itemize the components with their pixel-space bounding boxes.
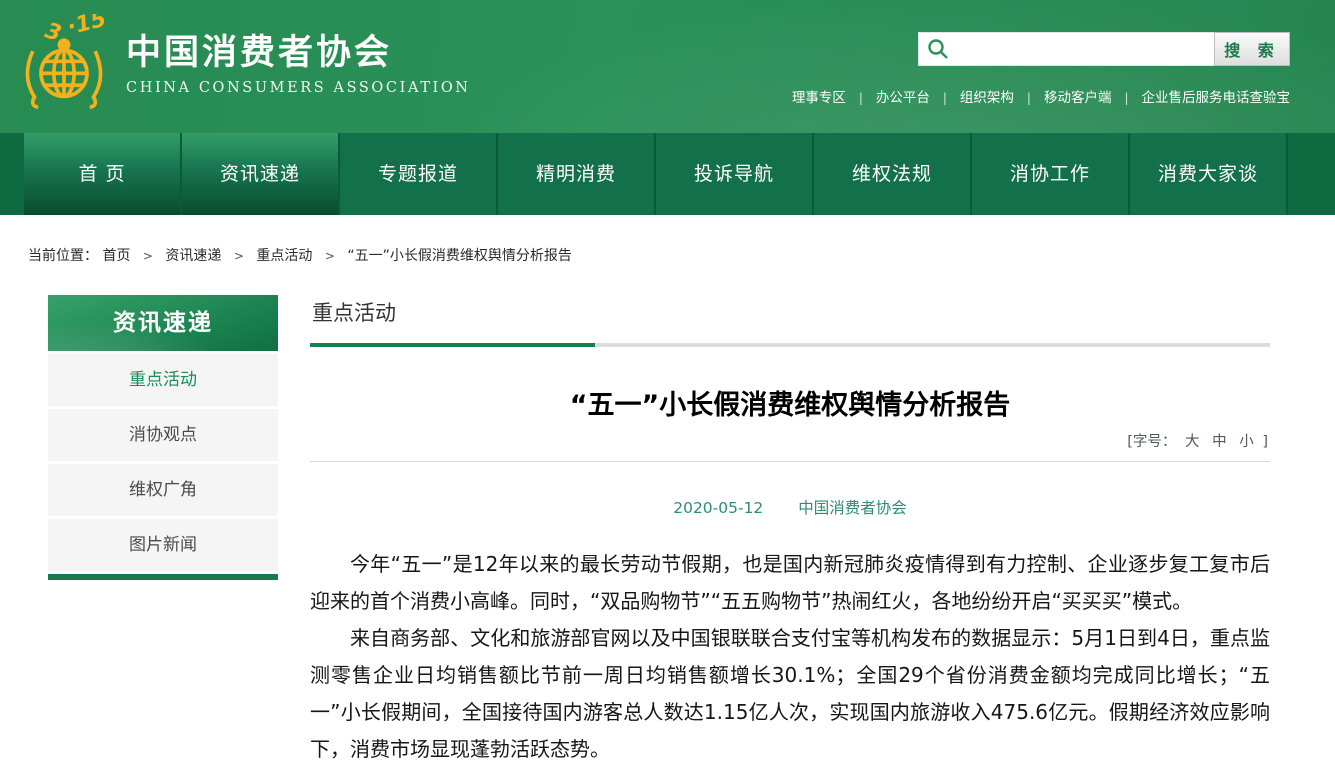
font-size-prefix: [字号： [1127,434,1176,450]
font-size-small[interactable]: 小 [1239,434,1254,450]
article-body: 今年“五一”是12年以来的最长劳动节假期，也是国内新冠肺炎疫情得到有力控制、企业… [310,546,1270,768]
quick-link-structure[interactable]: 组织架构 [960,90,1014,106]
article-content: 重点活动 “五一”小长假消费维权舆情分析报告 [字号： 大 中 小 ] 2020… [310,295,1270,768]
nav-item-rights-laws[interactable]: 维权法规 [814,133,972,215]
site-header: 3 ·15 中国消费者协会 CHINA CONSUMERS ASSOCIATIO… [0,0,1335,133]
sidebar-title: 资讯速递 [48,295,278,351]
links-separator: | [1124,91,1128,105]
quick-link-council[interactable]: 理事专区 [792,90,846,106]
search-input[interactable] [918,32,1214,66]
site-subtitle: CHINA CONSUMERS ASSOCIATION [126,80,471,96]
breadcrumb: 当前位置： 首页 > 资讯速递 > 重点活动 > “五一”小长假消费维权舆情分析… [0,215,1335,287]
breadcrumb-separator: > [234,249,244,263]
breadcrumb-item-home[interactable]: 首页 [102,248,130,264]
main-navbar: 首 页 资讯速递 专题报道 精明消费 投诉导航 维权法规 消协工作 消费大家谈 [0,133,1335,215]
breadcrumb-separator: > [325,249,335,263]
nav-item-cca-work[interactable]: 消协工作 [972,133,1130,215]
article-paragraph: 来自商务部、文化和旅游部官网以及中国银联联合支付宝等机构发布的数据显示：5月1日… [310,620,1270,768]
sidebar: 资讯速递 重点活动 消协观点 维权广角 图片新闻 [48,295,278,768]
section-title: 重点活动 [312,297,1270,327]
quick-link-aftersales[interactable]: 企业售后服务电话查验宝 [1142,90,1291,106]
sidebar-item-photo-news[interactable]: 图片新闻 [48,519,278,571]
article-source: 中国消费者协会 [798,499,907,517]
nav-item-complaint-guide[interactable]: 投诉导航 [656,133,814,215]
font-size-controls: [字号： 大 中 小 ] [310,430,1268,451]
sidebar-item-rights-wide-angle[interactable]: 维权广角 [48,464,278,516]
font-size-medium[interactable]: 中 [1212,434,1227,450]
main-area: 资讯速递 重点活动 消协观点 维权广角 图片新闻 重点活动 “五一”小长假消费维… [0,287,1335,768]
article-meta: 2020-05-12 中国消费者协会 [310,496,1270,518]
svg-text:·15: ·15 [65,14,109,40]
sidebar-item-key-activities[interactable]: 重点活动 [48,354,278,406]
nav-item-special-reports[interactable]: 专题报道 [340,133,498,215]
breadcrumb-label: 当前位置： [28,248,98,264]
search-icon [926,37,950,61]
nav-item-consumer-talk[interactable]: 消费大家谈 [1130,133,1288,215]
nav-item-home[interactable]: 首 页 [24,133,182,215]
font-size-large[interactable]: 大 [1185,434,1200,450]
nav-item-news[interactable]: 资讯速递 [182,133,340,215]
search-button[interactable]: 搜 索 [1214,32,1290,66]
cca-315-logo-icon: 3 ·15 [18,14,110,116]
breadcrumb-item-key-activities[interactable]: 重点活动 [256,248,312,264]
breadcrumb-item-current-page: “五一”小长假消费维权舆情分析报告 [347,248,572,264]
article-divider [310,461,1270,462]
sidebar-item-cca-viewpoints[interactable]: 消协观点 [48,409,278,461]
article-title: “五一”小长假消费维权舆情分析报告 [310,383,1270,422]
breadcrumb-separator: > [143,249,153,263]
site-title: 中国消费者协会 [126,34,471,73]
article-date: 2020-05-12 [673,499,763,517]
search-area: 搜 索 [918,32,1290,66]
links-separator: | [943,91,947,105]
section-underline [310,343,1270,347]
quick-link-office[interactable]: 办公平台 [876,90,930,106]
header-quick-links: 理事专区 | 办公平台 | 组织架构 | 移动客户端 | 企业售后服务电话查验宝 [792,86,1290,106]
home-logo-link[interactable]: 3 ·15 中国消费者协会 CHINA CONSUMERS ASSOCIATIO… [18,14,471,116]
quick-link-mobile[interactable]: 移动客户端 [1044,90,1112,106]
breadcrumb-item-news[interactable]: 资讯速递 [165,248,221,264]
article-paragraph: 今年“五一”是12年以来的最长劳动节假期，也是国内新冠肺炎疫情得到有力控制、企业… [310,546,1270,620]
sidebar-bottom-bar [48,574,278,580]
font-size-suffix: ] [1262,434,1268,450]
links-separator: | [859,91,863,105]
links-separator: | [1027,91,1031,105]
nav-item-smart-consumption[interactable]: 精明消费 [498,133,656,215]
